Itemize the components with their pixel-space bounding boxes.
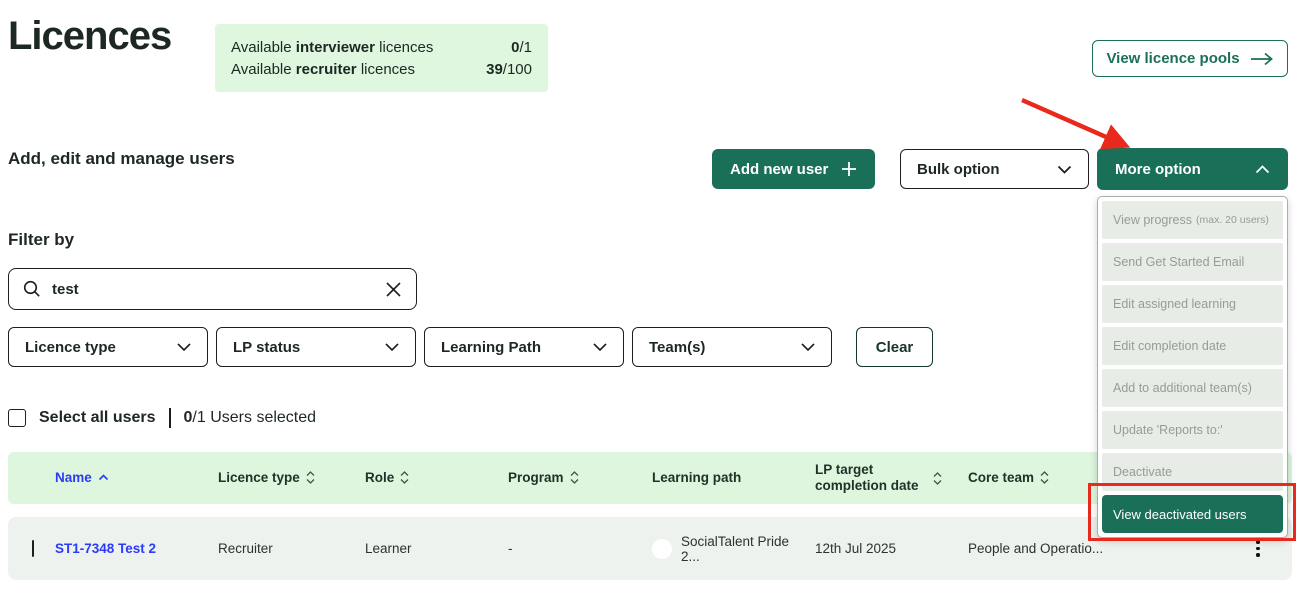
- cell-core-team: People and Operatio...: [968, 541, 1248, 556]
- interviewer-licences-value: 0/1: [511, 39, 532, 56]
- more-option-menu: View progress (max. 20 users) Send Get S…: [1097, 196, 1288, 538]
- column-header-program[interactable]: Program: [508, 470, 652, 486]
- sort-both-icon: [1040, 471, 1049, 484]
- column-header-lp-target-completion-date[interactable]: LP target completion date: [815, 462, 968, 493]
- select-all-checkbox[interactable]: [8, 409, 26, 427]
- menu-item-label: Edit completion date: [1113, 339, 1226, 353]
- progress-ring-icon: [652, 539, 672, 559]
- users-selected-count: 0/1 Users selected: [184, 409, 317, 427]
- column-header-licence-type[interactable]: Licence type: [218, 470, 365, 486]
- select-all-label: Select all users: [39, 409, 156, 427]
- manage-users-title: Add, edit and manage users: [8, 149, 235, 169]
- lp-status-filter-label: LP status: [233, 339, 300, 356]
- add-new-user-label: Add new user: [730, 161, 828, 178]
- chevron-down-icon: [1057, 165, 1072, 174]
- sort-both-icon: [306, 471, 315, 484]
- clear-search-icon[interactable]: [385, 281, 402, 298]
- cell-lp-target-completion-date: 12th Jul 2025: [815, 541, 968, 556]
- user-name-link[interactable]: ST1-7348 Test 2: [55, 541, 156, 556]
- sort-both-icon: [400, 471, 409, 484]
- learning-path-filter[interactable]: Learning Path: [424, 327, 624, 367]
- column-header-learning-path: Learning path: [652, 470, 815, 486]
- menu-item-note: (max. 20 users): [1196, 214, 1269, 226]
- teams-filter-label: Team(s): [649, 339, 705, 356]
- menu-item-send-get-started-email[interactable]: Send Get Started Email: [1102, 243, 1283, 281]
- chevron-down-icon: [801, 343, 815, 351]
- view-licence-pools-button[interactable]: View licence pools: [1092, 40, 1288, 77]
- search-icon: [23, 280, 41, 298]
- menu-item-add-to-additional-teams[interactable]: Add to additional team(s): [1102, 369, 1283, 407]
- chevron-down-icon: [593, 343, 607, 351]
- cell-name: ST1-7348 Test 2: [55, 541, 218, 556]
- licence-type-filter-label: Licence type: [25, 339, 116, 356]
- plus-icon: [841, 161, 857, 177]
- bulk-option-dropdown[interactable]: Bulk option: [900, 149, 1089, 189]
- recruiter-licences-label: Available recruiter licences: [231, 61, 415, 78]
- licences-page: Licences Available interviewer licences …: [0, 0, 1300, 590]
- column-label: LP target completion date: [815, 462, 927, 493]
- page-title: Licences: [8, 14, 171, 59]
- search-value: test: [52, 281, 374, 298]
- chevron-down-icon: [177, 343, 191, 351]
- learning-path-label: SocialTalent Pride 2...: [681, 534, 809, 564]
- menu-item-label: Deactivate: [1113, 465, 1172, 479]
- menu-item-view-deactivated-users[interactable]: View deactivated users: [1102, 495, 1283, 533]
- sort-both-icon: [933, 472, 942, 485]
- add-new-user-button[interactable]: Add new user: [712, 149, 875, 189]
- column-label: Core team: [968, 470, 1034, 486]
- column-label: Program: [508, 470, 564, 486]
- recruiter-licences-value: 39/100: [486, 61, 532, 78]
- licence-summary-box: Available interviewer licences 0/1 Avail…: [215, 24, 548, 92]
- learning-path-filter-label: Learning Path: [441, 339, 541, 356]
- menu-item-update-reports-to[interactable]: Update 'Reports to:': [1102, 411, 1283, 449]
- bulk-option-label: Bulk option: [917, 161, 1000, 178]
- chevron-down-icon: [385, 343, 399, 351]
- menu-item-view-progress[interactable]: View progress (max. 20 users): [1102, 201, 1283, 239]
- cell-licence-type: Recruiter: [218, 541, 365, 556]
- menu-item-edit-completion-date[interactable]: Edit completion date: [1102, 327, 1283, 365]
- column-header-role[interactable]: Role: [365, 470, 508, 486]
- menu-item-label: Update 'Reports to:': [1113, 423, 1223, 437]
- column-label: Learning path: [652, 470, 741, 486]
- menu-item-label: View progress: [1113, 213, 1192, 227]
- more-option-label: More option: [1115, 161, 1201, 178]
- teams-filter[interactable]: Team(s): [632, 327, 832, 367]
- sort-asc-icon: [98, 474, 109, 481]
- interviewer-licences-label: Available interviewer licences: [231, 39, 433, 56]
- cell-role: Learner: [365, 541, 508, 556]
- filter-by-title: Filter by: [8, 230, 74, 250]
- chevron-up-icon: [1255, 165, 1270, 174]
- divider: [169, 408, 171, 428]
- menu-item-edit-assigned-learning[interactable]: Edit assigned learning: [1102, 285, 1283, 323]
- cell-learning-path: SocialTalent Pride 2...: [652, 534, 815, 564]
- view-licence-pools-label: View licence pools: [1106, 50, 1239, 67]
- sort-both-icon: [570, 471, 579, 484]
- interviewer-licences-row: Available interviewer licences 0/1: [231, 39, 532, 56]
- more-option-dropdown[interactable]: More option: [1097, 148, 1288, 190]
- menu-item-label: View deactivated users: [1113, 507, 1246, 522]
- recruiter-licences-row: Available recruiter licences 39/100: [231, 61, 532, 78]
- column-label: Role: [365, 470, 394, 486]
- row-actions-kebab-icon[interactable]: [1248, 540, 1268, 557]
- clear-filters-button[interactable]: Clear: [856, 327, 933, 367]
- arrow-right-icon: [1250, 52, 1274, 66]
- menu-item-label: Send Get Started Email: [1113, 255, 1244, 269]
- selection-bar: Select all users 0/1 Users selected: [8, 408, 316, 428]
- menu-item-label: Edit assigned learning: [1113, 297, 1236, 311]
- menu-item-label: Add to additional team(s): [1113, 381, 1252, 395]
- menu-item-deactivate[interactable]: Deactivate: [1102, 453, 1283, 491]
- licence-type-filter[interactable]: Licence type: [8, 327, 208, 367]
- row-checkbox[interactable]: [32, 540, 34, 557]
- search-input[interactable]: test: [8, 268, 417, 310]
- lp-status-filter[interactable]: LP status: [216, 327, 416, 367]
- cell-program: -: [508, 541, 652, 556]
- column-label: Name: [55, 470, 92, 486]
- column-label: Licence type: [218, 470, 300, 486]
- row-checkbox-cell: [8, 541, 55, 556]
- column-header-name[interactable]: Name: [55, 470, 218, 486]
